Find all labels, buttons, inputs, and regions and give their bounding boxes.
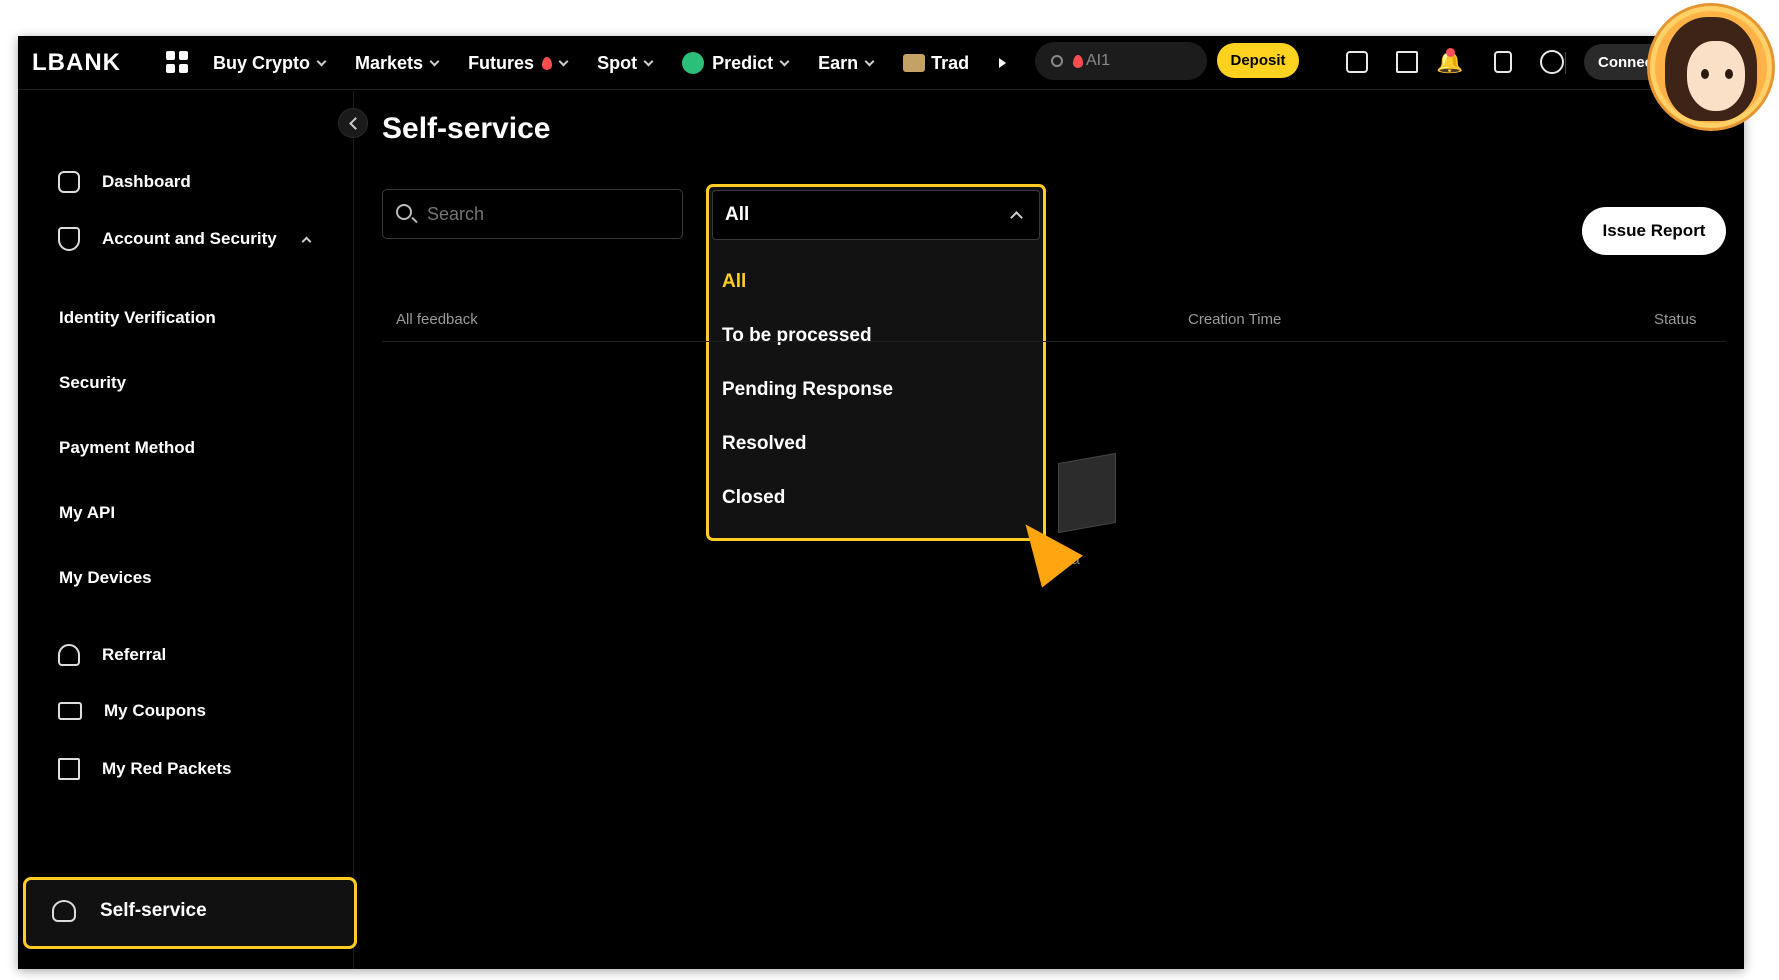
nav-buy-crypto[interactable]: Buy Crypto [213,52,327,74]
notification-badge [1446,48,1455,57]
chevron-down-icon [429,56,440,66]
nav-trade-label: Trad [931,52,970,73]
users-icon [58,644,80,666]
status-filter-dropdown[interactable]: All All To be processed Pending Response… [706,184,1046,541]
red-packet-icon [58,758,80,780]
sidebar-item-security[interactable]: Security [59,373,126,393]
dashboard-icon [58,171,80,193]
column-header-feedback: All feedback [396,311,478,328]
fire-icon [1073,54,1083,68]
chevron-down-icon [643,56,654,66]
sidebar-item-label: My Coupons [104,701,206,720]
filter-option-to-be-processed[interactable]: To be processed [722,325,872,347]
sidebar-item-label: Self-service [100,900,207,921]
sidebar-item-label: My Red Packets [102,759,232,778]
download-app-icon[interactable] [1494,51,1512,73]
globe-icon[interactable] [1540,50,1564,74]
caret-right-icon [999,58,1007,68]
apps-grid-icon[interactable] [166,51,188,73]
nav-spot[interactable]: Spot [597,52,654,74]
nav-markets-label: Markets [355,52,424,73]
sidebar-item-account-security[interactable]: Account and Security [58,227,312,251]
avatar-eye [1701,69,1709,79]
nav-futures[interactable]: Futures [468,52,569,74]
deposit-button[interactable]: Deposit [1217,43,1299,78]
trade-icon [903,54,926,72]
nav-earn-label: Earn [818,52,859,73]
chevron-up-icon [1010,211,1023,224]
issue-report-button[interactable]: Issue Report [1582,207,1726,255]
top-navbar: LBANK Buy Crypto Markets Futures Spot Pr… [18,36,1744,90]
nav-spot-label: Spot [597,52,638,73]
nav-markets[interactable]: Markets [355,52,440,74]
sidebar-item-self-service-content[interactable]: Self-service [52,900,207,922]
topbar-divider [1565,52,1566,74]
nav-futures-label: Futures [468,52,535,73]
nav-earn[interactable]: Earn [818,52,875,74]
orders-icon[interactable] [1396,51,1418,73]
top-search-input[interactable]: AI1 [1035,42,1207,80]
filter-option-resolved[interactable]: Resolved [722,433,806,455]
sidebar-item-coupons[interactable]: My Coupons [58,701,206,721]
sidebar-item-label: Account and Security [102,229,277,248]
lbank-logo[interactable]: LBANK [32,49,121,77]
filter-option-closed[interactable]: Closed [722,487,785,509]
main-nav: Buy Crypto Markets Futures Spot Predict … [213,36,1036,90]
nav-buy-crypto-label: Buy Crypto [213,52,311,73]
shield-icon [58,227,80,251]
chevron-down-icon [316,56,327,66]
sidebar-item-my-devices[interactable]: My Devices [59,568,152,588]
chevron-down-icon [779,56,790,66]
chevron-up-icon [301,236,312,246]
sidebar-item-payment-method[interactable]: Payment Method [59,438,195,458]
sidebar: Dashboard Account and Security Identity … [18,91,357,969]
sidebar-item-identity-verification[interactable]: Identity Verification [59,308,216,328]
sidebar-item-label: Dashboard [102,172,191,191]
chevron-down-icon [864,56,875,66]
wallet-icon[interactable] [1346,51,1368,73]
nav-trade[interactable]: Trad [903,53,969,74]
nav-more-arrow[interactable] [999,58,1007,68]
column-header-creation-time: Creation Time [1188,311,1282,328]
filter-option-pending-response[interactable]: Pending Response [722,379,893,401]
sidebar-item-referral[interactable]: Referral [58,644,166,666]
search-input[interactable] [382,189,683,239]
sidebar-item-label: Referral [102,645,167,664]
headset-icon [52,900,76,922]
status-filter-value: All [725,204,750,225]
sidebar-item-my-api[interactable]: My API [59,503,115,523]
nav-predict[interactable]: Predict [682,52,790,74]
app-window: LBANK Buy Crypto Markets Futures Spot Pr… [18,36,1744,969]
page-title: Self-service [382,112,551,145]
chevron-down-icon [558,56,569,66]
search-icon [1051,55,1063,67]
filter-option-all[interactable]: All [722,271,746,293]
fire-icon [542,56,553,70]
empty-box-icon [1058,452,1116,534]
column-header-status: Status [1654,311,1697,328]
collapse-sidebar-button[interactable] [338,108,368,138]
avatar-face [1687,41,1745,111]
nav-predict-label: Predict [712,52,774,73]
status-filter-select[interactable]: All [712,190,1040,240]
avatar-eye [1725,69,1733,79]
sidebar-item-dashboard[interactable]: Dashboard [58,171,191,193]
coupon-icon [58,702,82,720]
table-header-divider [382,341,1726,342]
top-search-text: AI1 [1086,52,1111,69]
sidebar-item-red-packets[interactable]: My Red Packets [58,758,231,780]
search-icon [396,204,412,220]
presenter-avatar [1650,6,1772,128]
predict-icon [682,52,705,74]
